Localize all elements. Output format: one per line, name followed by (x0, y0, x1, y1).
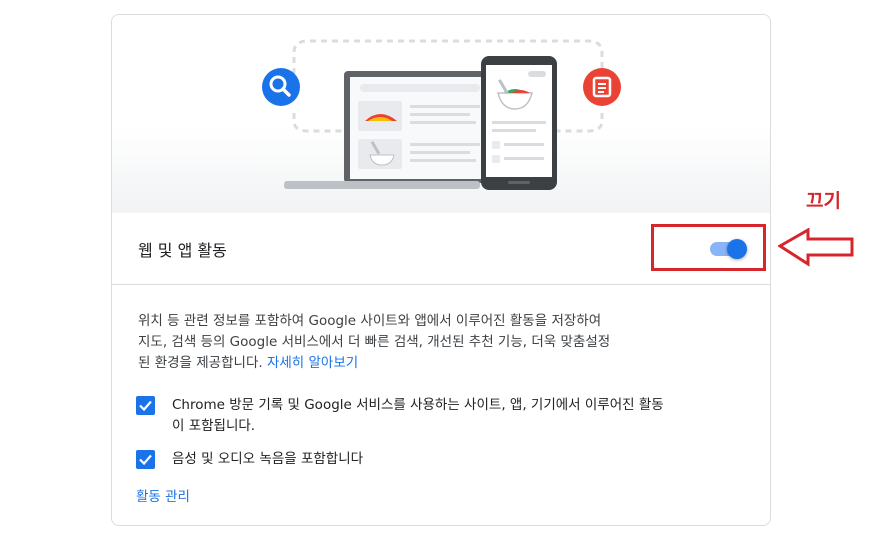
chrome-history-line-1: Chrome 방문 기록 및 Google 서비스를 사용하는 사이트, 앱, … (172, 397, 664, 413)
chrome-history-label: Chrome 방문 기록 및 Google 서비스를 사용하는 사이트, 앱, … (172, 395, 747, 437)
annotation-label: 끄기 (806, 190, 841, 212)
checkmark-icon (139, 400, 152, 412)
audio-label: 음성 및 오디오 녹음을 포함합니다 (172, 451, 364, 467)
audio-checkbox[interactable] (136, 450, 155, 469)
chrome-history-line-2: 이 포함됩니다. (172, 418, 256, 434)
chrome-history-option: Chrome 방문 기록 및 Google 서비스를 사용하는 사이트, 앱, … (136, 395, 746, 439)
annotation-highlight-box (651, 224, 766, 271)
annotation-arrow-icon (778, 228, 854, 267)
learn-more-link[interactable]: 자세히 알아보기 (267, 355, 358, 371)
description-line-3-text: 된 환경을 제공합니다. (138, 355, 267, 371)
phone-illustration (481, 56, 557, 190)
description-line-2: 지도, 검색 등의 Google 서비스에서 더 빠른 검색, 개선된 추천 기… (138, 334, 611, 350)
hero-illustration (112, 15, 770, 213)
search-icon (262, 68, 300, 106)
manage-activity-link[interactable]: 활동 관리 (136, 485, 190, 505)
audio-option: 음성 및 오디오 녹음을 포함합니다 (136, 449, 746, 471)
activity-description: 위치 등 관련 정보를 포함하여 Google 사이트와 앱에서 이루어진 활동… (138, 311, 698, 374)
description-line-1: 위치 등 관련 정보를 포함하여 Google 사이트와 앱에서 이루어진 활동… (138, 313, 602, 329)
chrome-history-checkbox[interactable] (136, 396, 155, 415)
checkmark-icon (139, 454, 152, 466)
description-line-3: 된 환경을 제공합니다. 자세히 알아보기 (138, 353, 698, 374)
document-icon (583, 68, 621, 106)
activity-title: 웹 및 앱 활동 (138, 241, 227, 260)
